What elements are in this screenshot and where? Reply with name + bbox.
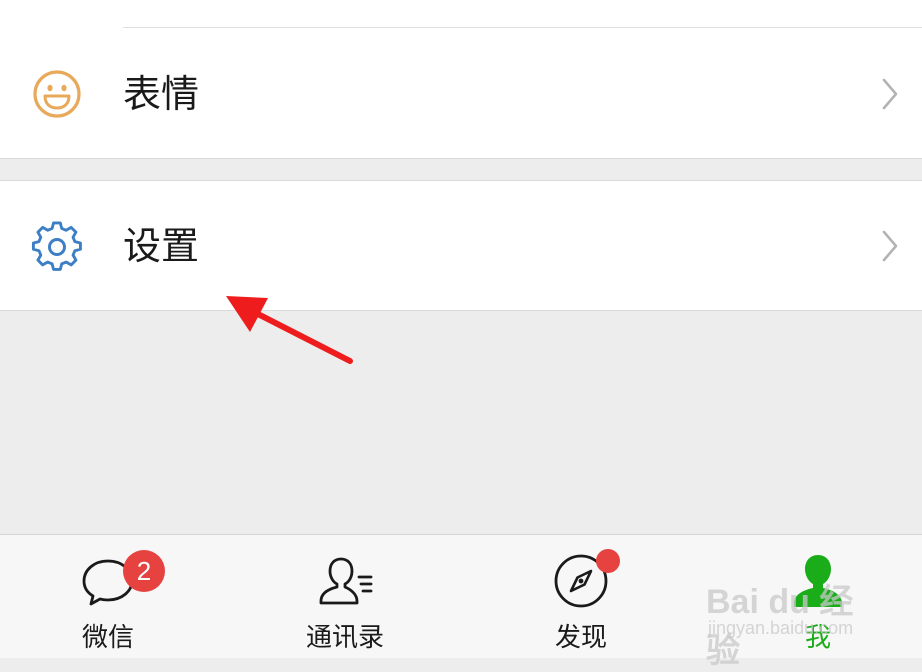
- tab-me[interactable]: 我: [743, 535, 893, 659]
- new-indicator-dot: [596, 549, 620, 573]
- row-divider: [0, 158, 922, 159]
- tab-bar: 2 微信 通讯录 发现 我: [0, 534, 922, 658]
- person-icon: [794, 555, 842, 607]
- unread-badge: 2: [123, 550, 165, 592]
- tab-chats[interactable]: 2 微信: [33, 535, 183, 659]
- tab-discover[interactable]: 发现: [506, 535, 656, 659]
- contacts-icon: [319, 557, 373, 605]
- row-divider: [0, 310, 922, 311]
- row-divider: [0, 180, 922, 181]
- gear-icon: [31, 221, 82, 271]
- emoji-icon: [33, 70, 81, 118]
- menu-item-settings[interactable]: 设置: [0, 180, 922, 311]
- tab-label: 我: [804, 623, 831, 653]
- tab-contacts[interactable]: 通讯录: [270, 535, 420, 659]
- chevron-right-icon: [882, 230, 898, 262]
- menu-item-emoji[interactable]: 表情: [0, 28, 922, 159]
- tab-label: 微信: [81, 623, 134, 653]
- tab-label: 通讯录: [305, 623, 384, 653]
- menu-item-label: 表情: [123, 72, 200, 116]
- tab-label: 发现: [554, 623, 607, 653]
- chevron-right-icon: [882, 78, 898, 110]
- menu-item-label: 设置: [123, 224, 200, 268]
- previous-row-tail: [0, 0, 922, 28]
